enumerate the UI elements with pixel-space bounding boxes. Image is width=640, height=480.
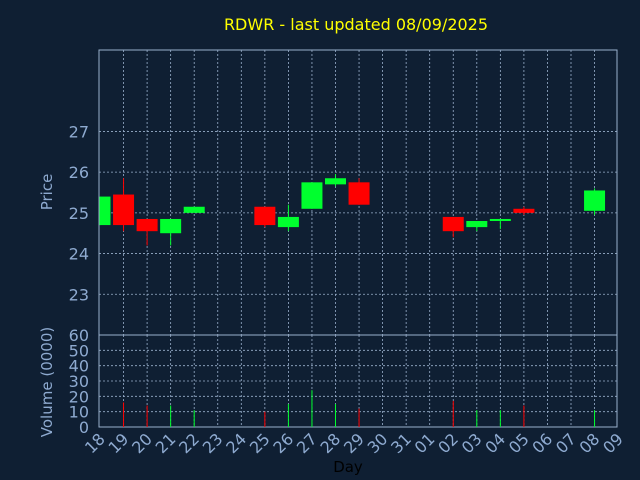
candle-body <box>325 178 346 185</box>
candle-body <box>301 182 323 209</box>
volume-y-tick-label: 60 <box>69 326 89 345</box>
candle-body <box>489 218 511 221</box>
candle-body <box>254 206 276 226</box>
candle-body <box>277 216 299 228</box>
candle-25 <box>254 206 276 228</box>
volume-axis-label: Volume (0000) <box>38 327 56 437</box>
candle-18 <box>99 196 111 226</box>
candle-22 <box>183 206 205 213</box>
price-y-tick-label: 26 <box>69 163 89 182</box>
x-axis-label: Day <box>333 458 363 476</box>
volume-y-tick-labels: 0102030405060 <box>69 326 89 437</box>
x-tick-labels: 1819202122232425262728293031010203040506… <box>81 429 627 457</box>
candle-body <box>584 190 606 211</box>
candle-body <box>466 221 488 228</box>
candle-body <box>513 208 535 213</box>
price-y-tick-label: 27 <box>69 122 89 141</box>
chart-title: RDWR - last updated 08/09/2025 <box>224 15 488 34</box>
price-axis-label: Price <box>38 174 56 211</box>
candle-body <box>136 218 158 232</box>
candle-body <box>348 182 370 205</box>
price-y-tick-label: 25 <box>69 204 89 223</box>
stock-chart: RDWR - last updated 08/09/2025 23 24 25 26 2… <box>0 0 640 480</box>
candle-27 <box>301 182 323 209</box>
candle-body <box>100 196 111 226</box>
candle-body <box>160 218 182 234</box>
price-y-tick-label: 23 <box>69 285 89 304</box>
candle-body <box>183 206 205 213</box>
candle-body <box>113 194 135 226</box>
price-y-tick-label: 24 <box>69 245 89 264</box>
chart-background <box>0 0 640 480</box>
candle-body <box>442 216 464 232</box>
